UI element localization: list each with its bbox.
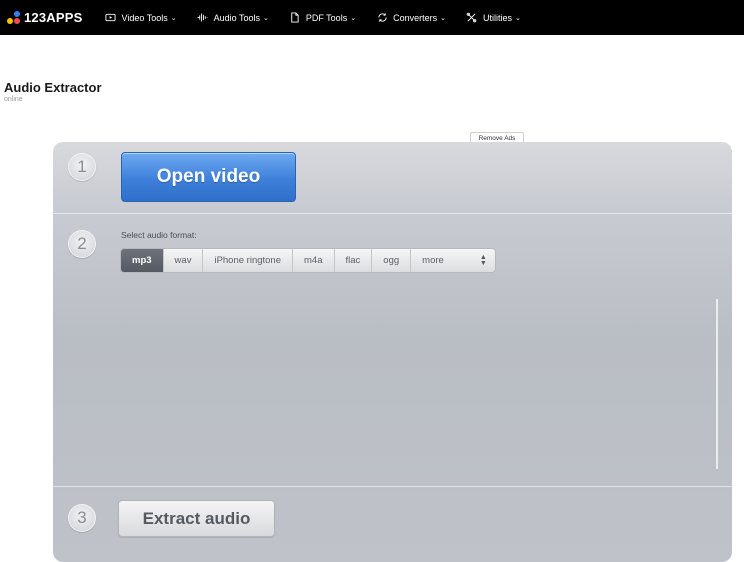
- format-flac[interactable]: flac: [335, 249, 373, 272]
- nav-utilities[interactable]: Utilities ⌄: [466, 12, 521, 24]
- main-nav: Video Tools ⌄ Audio Tools ⌄ PDF Tools ⌄ …: [105, 12, 541, 24]
- format-ogg[interactable]: ogg: [372, 249, 412, 272]
- convert-icon: [376, 12, 388, 24]
- scrollbar[interactable]: [716, 299, 718, 469]
- chevron-down-icon: ⌄: [440, 14, 446, 22]
- format-iphone-ringtone[interactable]: iPhone ringtone: [203, 249, 294, 272]
- tool-panel: 1 Open video 2 Select audio format: mp3 …: [53, 142, 732, 562]
- format-mp3[interactable]: mp3: [121, 249, 164, 272]
- up-down-arrows-icon: ▲ ▼: [479, 253, 487, 267]
- step-number-3: 3: [68, 504, 96, 532]
- audio-format-selector: mp3 wav iPhone ringtone m4a flac ogg mor…: [120, 248, 496, 273]
- step-number-1: 1: [68, 153, 96, 181]
- video-icon: [105, 12, 117, 24]
- chevron-down-icon: ⌄: [514, 14, 521, 22]
- logo-dots-icon: [7, 10, 21, 25]
- step-number-2: 2: [68, 230, 96, 258]
- top-navigation-bar: 123APPS Video Tools ⌄ Audio Tools ⌄ PDF …: [0, 0, 744, 35]
- chevron-down-icon: ⌄: [350, 14, 357, 22]
- open-video-button[interactable]: Open video: [121, 152, 296, 202]
- step-divider: [53, 213, 732, 214]
- chevron-down-icon: ⌄: [262, 14, 269, 22]
- extract-audio-button[interactable]: Extract audio: [118, 500, 275, 537]
- nav-pdf-tools[interactable]: PDF Tools ⌄: [289, 12, 356, 24]
- chevron-down-icon: ⌄: [170, 14, 177, 22]
- more-label: more: [422, 255, 444, 266]
- format-wav[interactable]: wav: [164, 249, 204, 272]
- nav-label: Audio Tools: [213, 12, 260, 23]
- page-title: Audio Extractor: [4, 80, 102, 95]
- format-m4a[interactable]: m4a: [293, 249, 335, 272]
- select-format-label: Select audio format:: [121, 230, 197, 240]
- nav-audio-tools[interactable]: Audio Tools ⌄: [197, 12, 269, 24]
- nav-label: Video Tools: [121, 12, 168, 23]
- nav-label: Converters: [393, 12, 438, 23]
- nav-label: Utilities: [482, 12, 512, 23]
- logo-text: 123APPS: [24, 10, 83, 25]
- logo[interactable]: 123APPS: [7, 0, 83, 35]
- step-divider: [53, 486, 732, 487]
- tools-icon: [466, 12, 478, 24]
- audio-wave-icon: [197, 12, 209, 24]
- format-more-dropdown[interactable]: more ▲ ▼: [411, 249, 495, 272]
- nav-label: PDF Tools: [305, 12, 348, 23]
- pdf-file-icon: [289, 12, 301, 24]
- page-subtitle: online: [4, 96, 23, 103]
- nav-converters[interactable]: Converters ⌄: [376, 12, 446, 24]
- nav-video-tools[interactable]: Video Tools ⌄: [105, 12, 177, 24]
